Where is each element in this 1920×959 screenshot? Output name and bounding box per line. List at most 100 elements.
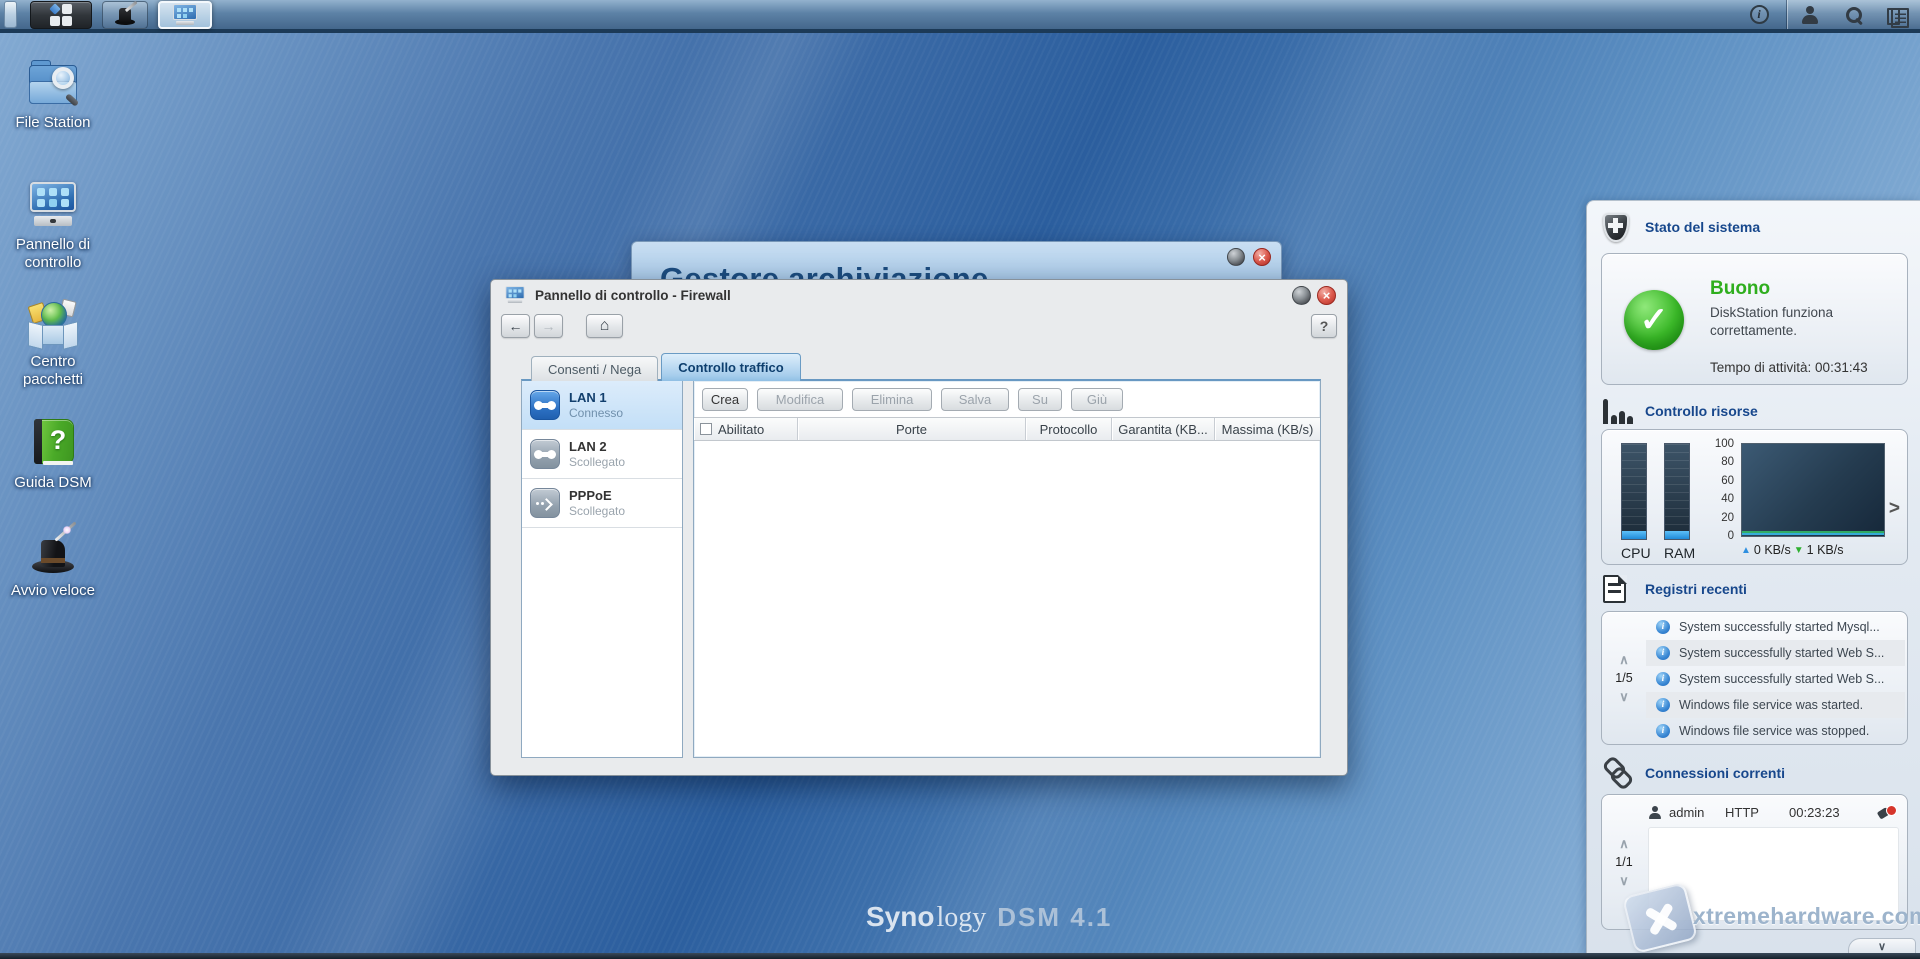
section-title: Registri recenti <box>1645 581 1747 597</box>
taskbar-app-control-panel[interactable] <box>158 0 212 29</box>
recent-logs-box: ∧ 1/5 ∨ i System successfully started Mys… <box>1601 611 1908 745</box>
desktop-icon-file-station[interactable]: File Station <box>0 58 106 132</box>
desktop-icon-package-center[interactable]: Centro pacchetti <box>0 297 106 388</box>
create-button[interactable]: Crea <box>702 388 748 411</box>
ram-meter <box>1664 443 1690 540</box>
table-header: Abilitato Porte Protocollo Garantita (KB… <box>694 417 1320 441</box>
info-button[interactable]: i <box>1737 0 1781 29</box>
minimize-button[interactable] <box>1292 285 1311 305</box>
desktop-icon-label: Guida DSM <box>14 474 92 491</box>
firewall-window: Pannello di controllo - Firewall × ← → ⌂… <box>490 279 1348 776</box>
resource-monitor-box: CPU RAM 100 80 60 40 20 0 ▲ 0 KB/s ▼ 1 KB/s > <box>1601 429 1908 565</box>
minimize-button[interactable] <box>1227 248 1245 266</box>
download-rate: 1 KB/s <box>1806 543 1844 557</box>
shield-icon <box>1603 212 1629 242</box>
pppoe-icon <box>530 488 560 518</box>
page-indicator: 1/5 <box>1615 671 1633 685</box>
log-row: i Windows file service was started. <box>1646 692 1905 718</box>
taskbar: i <box>0 0 1920 33</box>
forward-button[interactable]: → <box>534 314 563 338</box>
help-button[interactable]: ? <box>1311 314 1337 338</box>
lan-connected-icon <box>530 390 560 420</box>
section-title: Connessioni correnti <box>1645 765 1786 781</box>
tab-bar: Consenti / Nega Controllo traffico <box>531 353 804 381</box>
list-item-lan2[interactable]: LAN 2 Scollegato <box>522 430 682 479</box>
info-icon: i <box>1656 724 1670 738</box>
connection-row: admin HTTP 00:23:23 <box>1648 800 1897 824</box>
column-garantita: Garantita (KB... <box>1112 418 1215 440</box>
user-button[interactable] <box>1788 0 1832 29</box>
expand-resources-button[interactable]: > <box>1889 498 1900 520</box>
download-icon: ▼ <box>1793 544 1804 556</box>
forward-icon: → <box>541 318 556 334</box>
list-item-lan1[interactable]: LAN 1 Connesso <box>522 381 682 430</box>
recent-logs-header: Registri recenti <box>1587 573 1920 605</box>
disconnect-icon[interactable] <box>1877 804 1897 820</box>
page-down-button[interactable]: ∨ <box>1619 874 1629 887</box>
close-button[interactable]: × <box>1317 285 1336 305</box>
status-text: Buono <box>1710 278 1771 299</box>
network-rates: ▲ 0 KB/s ▼ 1 KB/s <box>1741 543 1843 557</box>
synology-watermark: Syno logy DSM 4.1 <box>866 901 1113 933</box>
connection-user: admin <box>1669 804 1705 820</box>
pilot-view-button[interactable] <box>1876 0 1920 29</box>
page-up-button[interactable]: ∧ <box>1619 653 1629 666</box>
section-title: Stato del sistema <box>1645 219 1761 235</box>
status-message: DiskStation funziona correttamente. <box>1710 305 1834 338</box>
connection-protocol: HTTP <box>1725 804 1759 820</box>
control-panel-icon <box>172 3 198 26</box>
toolbar: Crea Modifica Elimina Salva Su Giù <box>694 381 1320 417</box>
window-titlebar[interactable]: Pannello di controllo - Firewall × <box>491 280 1347 310</box>
magic-hat-icon <box>113 0 138 26</box>
sidebar-collapse-button[interactable]: ∨ <box>1848 938 1916 954</box>
desktop-icon-dsm-help[interactable]: ? Guida DSM <box>0 418 106 492</box>
brand-text: Syno <box>866 901 935 932</box>
bar-chart-icon <box>1603 398 1633 424</box>
delete-button[interactable]: Elimina <box>852 388 932 411</box>
edit-button[interactable]: Modifica <box>757 388 843 411</box>
home-button[interactable]: ⌂ <box>586 314 623 338</box>
user-icon <box>1648 805 1661 819</box>
table-body-empty <box>695 442 1319 756</box>
desktop-icon-label: Centro pacchetti <box>22 353 84 388</box>
desktop: i File Station Pannello di controllo Cen… <box>0 0 1920 959</box>
close-button[interactable]: × <box>1253 248 1271 266</box>
package-center-icon <box>26 297 80 347</box>
desktop-icon-quick-start[interactable]: Avvio veloce <box>0 521 106 600</box>
interface-list: LAN 1 Connesso LAN 2 Scollegato PPPoE Sc… <box>521 379 683 758</box>
window-content: Consenti / Nega Controllo traffico LAN 1… <box>521 353 1321 758</box>
page-up-button[interactable]: ∧ <box>1619 837 1629 850</box>
tab-consenti-nega[interactable]: Consenti / Nega <box>531 356 659 381</box>
file-station-icon <box>26 58 80 108</box>
network-chart-axis: 100 80 60 40 20 0 <box>1714 438 1734 542</box>
storage-manager-window[interactable]: Gestore archiviazione × <box>631 241 1282 281</box>
desktop-icon-label: File Station <box>15 114 91 131</box>
page-down-button[interactable]: ∨ <box>1619 690 1629 703</box>
down-button[interactable]: Giù <box>1071 388 1123 411</box>
back-button[interactable]: ← <box>501 314 530 338</box>
log-row: i Windows file service was stopped. <box>1646 718 1905 744</box>
upload-icon: ▲ <box>1741 544 1751 556</box>
log-row: i System successfully started Web S... <box>1646 640 1905 666</box>
lan-disconnected-icon <box>530 439 560 469</box>
resource-monitor-header: Controllo risorse <box>1587 395 1920 427</box>
search-icon <box>1845 6 1863 24</box>
search-button[interactable] <box>1832 0 1876 29</box>
desktop-icon-control-panel[interactable]: Pannello di controllo <box>0 180 106 271</box>
section-title: Controllo risorse <box>1645 403 1758 419</box>
main-menu-button[interactable] <box>30 0 92 29</box>
home-icon: ⌂ <box>599 317 610 334</box>
desktop-icon-label: Avvio veloce <box>11 582 95 599</box>
select-all-checkbox[interactable] <box>700 423 712 435</box>
pilot-view-icon <box>1887 7 1909 28</box>
log-row: i System successfully started Web S... <box>1646 666 1905 692</box>
list-item-pppoe[interactable]: PPPoE Scollegato <box>522 479 682 528</box>
show-desktop-button[interactable] <box>4 1 17 28</box>
column-porte: Porte <box>798 418 1026 440</box>
save-button[interactable]: Salva <box>941 388 1009 411</box>
window-title: Pannello di controllo - Firewall <box>535 287 731 303</box>
taskbar-app-quick-launch[interactable] <box>102 0 148 29</box>
tab-controllo-traffico[interactable]: Controllo traffico <box>661 353 801 381</box>
info-icon: i <box>1749 5 1769 24</box>
up-button[interactable]: Su <box>1018 388 1062 411</box>
